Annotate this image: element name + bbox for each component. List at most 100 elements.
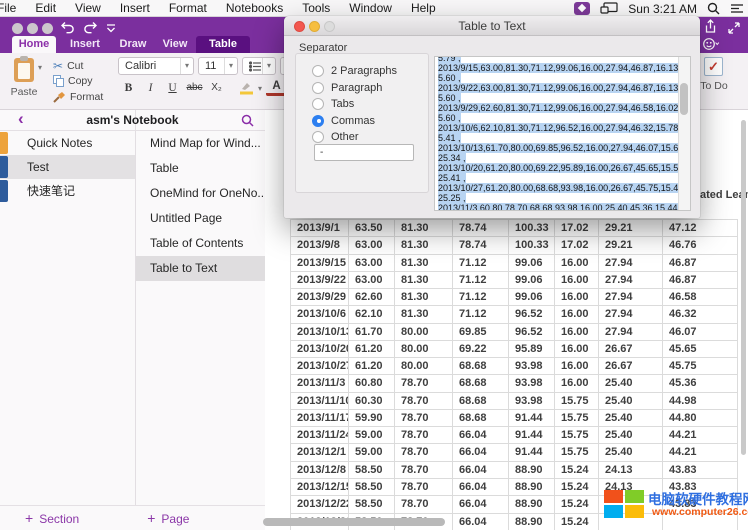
menu-item-tools[interactable]: Tools <box>302 1 330 15</box>
table-row[interactable]: 2013/10/2761.2080.0068.6893.9816.0026.67… <box>291 358 738 375</box>
menu-item-notebooks[interactable]: Notebooks <box>226 1 283 15</box>
table-row[interactable]: 2013/11/360.8078.7068.6893.9816.0025.404… <box>291 375 738 392</box>
radio-unselected[interactable] <box>312 98 324 110</box>
add-section-button[interactable]: +Section <box>25 510 79 526</box>
dialog-titlebar[interactable]: Table to Text <box>284 16 700 36</box>
radio-selected[interactable] <box>312 115 324 127</box>
tab-home[interactable]: Home <box>12 36 56 53</box>
preview-scrollbar-track[interactable] <box>678 57 690 210</box>
table-row[interactable]: 2013/9/163.5081.3078.74100.3317.0229.214… <box>291 220 738 237</box>
subscript-button[interactable]: X₂ <box>206 79 227 97</box>
option-paragraph[interactable]: Paragraph <box>296 80 428 97</box>
menu-item-view[interactable]: View <box>75 1 101 15</box>
page-item-mind-map-for-wind-[interactable]: Mind Map for Wind... <box>136 131 265 156</box>
strikethrough-button[interactable]: abc <box>184 79 205 97</box>
table-row[interactable]: 2013/9/863.0081.3078.74100.3317.0229.214… <box>291 237 738 254</box>
table-cell: 2013/12/1 <box>291 444 349 461</box>
table-row[interactable]: 2013/10/662.1081.3071.1296.5216.0027.944… <box>291 306 738 323</box>
sidebar-item-test[interactable]: Test <box>0 155 135 179</box>
tab-insert[interactable]: Insert <box>62 36 108 53</box>
menu-item-insert[interactable]: Insert <box>120 1 150 15</box>
table-row[interactable]: 2013/10/2061.2080.0069.2295.8916.0026.67… <box>291 341 738 358</box>
notebook-search-icon[interactable] <box>241 114 254 127</box>
radio-unselected[interactable] <box>312 65 324 77</box>
highlight-caret[interactable]: ▾ <box>258 85 262 93</box>
format-painter-button[interactable]: Format <box>53 91 103 103</box>
table-row[interactable]: 2013/11/1759.9078.7068.6891.4415.7525.40… <box>291 410 738 427</box>
sidebar-item-quick-notes[interactable]: Quick Notes <box>0 131 135 155</box>
table-row[interactable]: 2013/11/2459.0078.7066.0491.4415.7525.40… <box>291 427 738 444</box>
menu-item-window[interactable]: Window <box>349 1 392 15</box>
menu-item-edit[interactable]: Edit <box>35 1 56 15</box>
tab-draw[interactable]: Draw <box>112 36 154 53</box>
customize-toolbar-icon[interactable] <box>106 24 116 33</box>
table-cell: 59.00 <box>349 427 395 444</box>
selected-text: 5.60 , <box>438 93 461 103</box>
preview-line: 2013/9/29,62.60,81.30,71.12,99.06,16.00,… <box>438 103 676 113</box>
italic-button[interactable]: I <box>140 79 161 97</box>
table-cell: 27.94 <box>599 255 663 272</box>
close-button[interactable] <box>12 23 23 34</box>
page-item-table-to-text[interactable]: Table to Text <box>136 256 265 281</box>
page-item-table[interactable]: Table <box>136 156 265 181</box>
bullet-list-button[interactable]: ▾ <box>242 57 276 75</box>
option-2-paragraphs[interactable]: 2 Paragraphs <box>296 63 428 80</box>
add-page-button[interactable]: +Page <box>147 510 189 526</box>
minimize-button[interactable] <box>27 23 38 34</box>
font-size-combo[interactable]: 11▾ <box>198 57 238 75</box>
undo-icon[interactable] <box>60 21 75 34</box>
tab-table[interactable]: Table <box>196 36 250 53</box>
spotlight-search-icon[interactable] <box>707 2 720 15</box>
vertical-scrollbar[interactable] <box>741 120 746 455</box>
onenote-clipper-icon[interactable] <box>574 2 590 15</box>
tab-view[interactable]: View <box>154 36 196 53</box>
bold-button[interactable]: B <box>118 79 139 97</box>
other-separator-input[interactable] <box>314 144 414 161</box>
notification-center-icon[interactable] <box>730 3 744 15</box>
displays-icon[interactable] <box>600 2 618 15</box>
table-row[interactable]: 2013/9/2263.0081.3071.1299.0616.0027.944… <box>291 272 738 289</box>
notebook-title[interactable]: asm's Notebook <box>0 113 265 127</box>
table-cell: 2013/10/20 <box>291 341 349 358</box>
radio-unselected[interactable] <box>312 82 324 94</box>
table-row[interactable]: 2013/9/2962.6081.3071.1299.0616.0027.944… <box>291 289 738 306</box>
share-icon[interactable] <box>703 19 718 34</box>
selected-text: 5.41 , <box>438 133 461 143</box>
option-commas[interactable]: Commas <box>296 113 428 130</box>
option-tabs[interactable]: Tabs <box>296 96 428 113</box>
table-row[interactable]: 2013/11/1060.3078.7068.6893.9815.7525.40… <box>291 393 738 410</box>
table-cell: 25.40 <box>599 427 663 444</box>
cut-button[interactable]: ✂ Cut <box>53 59 83 73</box>
preview-textarea[interactable]: 5.79 ,2013/9/15,63.00,81.30,71.12,99.06,… <box>434 56 691 211</box>
menu-item-format[interactable]: Format <box>169 1 207 15</box>
table-row[interactable]: 2013/9/1563.0081.3071.1299.0616.0027.944… <box>291 255 738 272</box>
radio-unselected[interactable] <box>312 131 324 143</box>
horizontal-scrollbar[interactable] <box>263 518 445 526</box>
sticker-smiley-icon[interactable] <box>702 37 722 51</box>
todo-checkbox[interactable]: ✓ <box>704 57 723 76</box>
fullscreen-icon[interactable] <box>727 21 741 35</box>
highlight-button[interactable] <box>234 79 258 97</box>
sidebar-item-快速笔记[interactable]: 快速笔记 <box>0 179 135 203</box>
redo-icon[interactable] <box>83 21 98 34</box>
page-item-onemind-for-oneno-[interactable]: OneMind for OneNo... <box>136 181 265 206</box>
preview-scrollbar-thumb[interactable] <box>680 83 688 115</box>
page-item-table-of-contents[interactable]: Table of Contents <box>136 231 265 256</box>
menu-item-help[interactable]: Help <box>411 1 436 15</box>
preview-line: 5.60 , <box>438 73 676 83</box>
page-item-untitled-page[interactable]: Untitled Page <box>136 206 265 231</box>
font-name-combo[interactable]: Calibri▾ <box>118 57 194 75</box>
menu-item-file[interactable]: File <box>0 1 16 15</box>
menu-clock[interactable]: Sun 3:21 AM <box>628 2 697 16</box>
underline-button[interactable]: U <box>162 79 183 97</box>
paste-button[interactable]: Paste <box>6 86 42 98</box>
table-cell: 2013/11/17 <box>291 410 349 427</box>
zoom-button[interactable] <box>42 23 53 34</box>
copy-button[interactable]: Copy <box>53 75 93 87</box>
table-row[interactable]: 2013/12/159.0078.7066.0491.4415.7525.404… <box>291 444 738 461</box>
table-cell: 93.98 <box>509 358 555 375</box>
table-row[interactable]: 2013/12/858.5078.7066.0488.9015.2424.134… <box>291 462 738 479</box>
table-cell: 43.83 <box>663 462 738 479</box>
table-row[interactable]: 2013/10/1361.7080.0069.8596.5216.0027.94… <box>291 324 738 341</box>
paste-dropdown-caret[interactable]: ▾ <box>38 64 42 72</box>
